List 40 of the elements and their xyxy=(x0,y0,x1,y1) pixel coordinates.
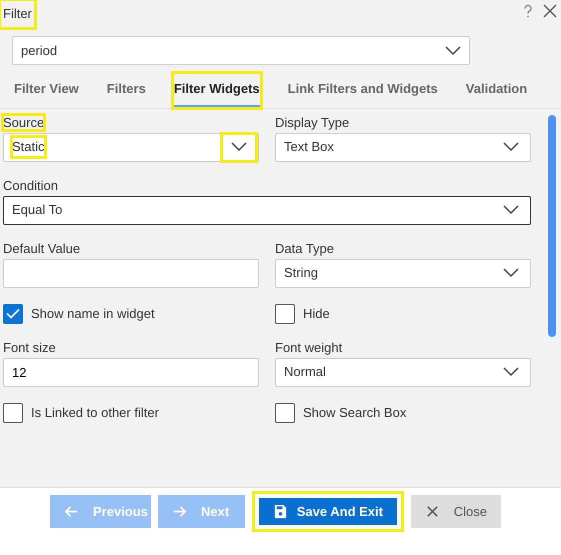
tab[interactable]: Filter View xyxy=(13,73,80,108)
input-field[interactable]: 12 xyxy=(3,358,259,386)
footer-button[interactable]: Close xyxy=(410,495,501,528)
field-label: Font weight xyxy=(275,340,342,354)
select-field[interactable]: Text Box xyxy=(275,132,531,162)
footer-button[interactable]: Save And Exit xyxy=(252,491,404,532)
chevron-icon xyxy=(445,46,461,56)
select-field[interactable]: String xyxy=(275,258,531,288)
tab[interactable]: Filter Widgets xyxy=(172,73,261,108)
chevron-icon[interactable] xyxy=(222,134,256,160)
checkbox[interactable] xyxy=(3,402,23,422)
tab[interactable]: Validation xyxy=(464,73,528,108)
scrollbar[interactable] xyxy=(548,114,556,336)
select-field[interactable]: Normal xyxy=(275,358,531,386)
input-field[interactable] xyxy=(3,258,259,288)
field-label: Data Type xyxy=(275,240,334,256)
field-label: Source xyxy=(3,114,44,130)
field-label: Default Value xyxy=(3,240,80,256)
field-label: Condition xyxy=(3,178,58,192)
arrow-left-icon xyxy=(64,504,79,519)
checkbox-label: Show name in widget xyxy=(31,304,155,323)
close-icon xyxy=(424,504,440,519)
checkbox-label: Is Linked to other filter xyxy=(31,404,159,422)
checkbox[interactable] xyxy=(275,304,295,324)
select-field[interactable]: Equal To xyxy=(3,196,531,224)
checkbox[interactable] xyxy=(275,402,295,422)
field-label: Display Type xyxy=(275,114,350,130)
checkbox-label: Hide xyxy=(303,304,330,323)
checkmark-icon xyxy=(6,308,20,319)
close-icon[interactable] xyxy=(543,4,557,18)
tab[interactable]: Link Filters and Widgets xyxy=(286,73,439,108)
filter-dropdown[interactable]: period xyxy=(12,36,470,65)
save-icon xyxy=(272,504,288,519)
arrow-right-icon xyxy=(172,504,187,519)
window-title: Filter xyxy=(0,0,35,28)
select-field[interactable]: Static xyxy=(3,132,259,162)
checkbox-label: Show Search Box xyxy=(303,404,406,422)
tab[interactable]: Filters xyxy=(106,73,147,108)
checkbox[interactable] xyxy=(3,304,23,324)
field-label: Font size xyxy=(3,340,56,354)
